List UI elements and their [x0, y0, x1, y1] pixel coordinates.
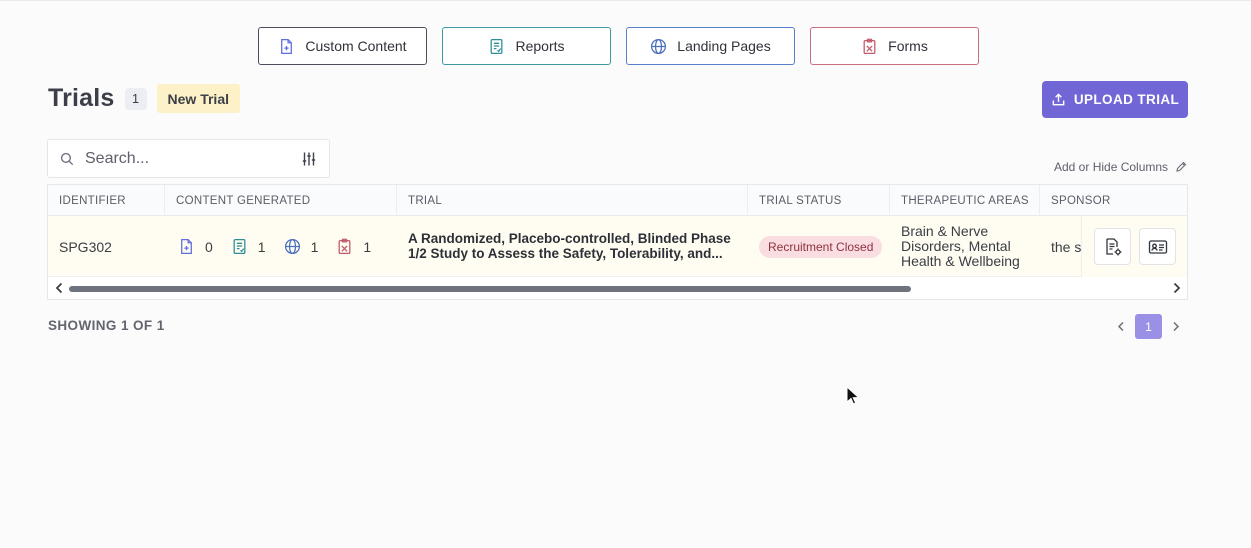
title-row: Trials 1 New Trial [48, 84, 240, 113]
document-gear-icon [1105, 237, 1121, 255]
scroll-right-button[interactable] [1169, 281, 1183, 295]
chevron-left-icon [1117, 321, 1124, 332]
column-header-sponsor[interactable]: SPONSOR [1040, 185, 1187, 216]
report-icon [491, 38, 503, 54]
pencil-icon [1176, 161, 1187, 172]
next-page-button[interactable] [1168, 315, 1184, 339]
table-row[interactable]: SPG302 0 1 1 1 A Randomized, Placebo-con… [48, 216, 1187, 277]
id-card-icon [1148, 239, 1167, 254]
globe-icon [651, 38, 667, 54]
forms-button[interactable]: Forms [810, 27, 979, 65]
cell-content-generated: 0 1 1 1 [178, 216, 389, 277]
cell-trial: A Randomized, Placebo-controlled, Blinde… [408, 216, 738, 277]
status-badge: Recruitment Closed [759, 235, 883, 258]
generated-reports-count: 1 [257, 238, 266, 255]
trial-title-link[interactable]: A Randomized, Placebo-controlled, Blinde… [408, 231, 738, 261]
landing-pages-label: Landing Pages [677, 38, 771, 54]
content-type-tabs: Custom Content Reports Landing Pages For… [258, 27, 979, 65]
reports-button[interactable]: Reports [442, 27, 611, 65]
column-header-trial[interactable]: TRIAL [397, 185, 748, 216]
clipboard-icon [338, 238, 351, 255]
generated-forms-count: 1 [363, 238, 372, 255]
trial-settings-button[interactable] [1094, 228, 1131, 265]
add-hide-columns-link[interactable]: Add or Hide Columns [1054, 160, 1187, 174]
filter-sliders-icon[interactable] [301, 151, 317, 167]
trials-table: IDENTIFIER CONTENT GENERATED TRIAL TRIAL… [47, 184, 1188, 300]
generated-landing-pages[interactable]: 1 [284, 238, 319, 255]
globe-icon [284, 238, 300, 255]
showing-count: SHOWING 1 OF 1 [48, 318, 165, 333]
row-actions [1081, 216, 1187, 277]
cell-identifier: SPG302 [59, 238, 112, 255]
horizontal-scrollbar[interactable] [48, 278, 1187, 299]
upload-trial-button[interactable]: UPLOAD TRIAL [1042, 81, 1188, 118]
generated-custom-content[interactable]: 0 [178, 238, 213, 255]
cell-therapeutic-areas: Brain & Nerve Disorders, Mental Health &… [901, 216, 1036, 277]
generated-reports[interactable]: 1 [231, 238, 266, 255]
search-icon [60, 152, 74, 165]
sponsor-text: the st [1051, 238, 1085, 255]
column-header-content-generated[interactable]: CONTENT GENERATED [165, 185, 397, 216]
page-button-current[interactable]: 1 [1135, 314, 1162, 339]
table-header: IDENTIFIER CONTENT GENERATED TRIAL TRIAL… [48, 185, 1187, 216]
trial-details-button[interactable] [1139, 228, 1176, 265]
column-header-trial-status[interactable]: TRIAL STATUS [748, 185, 890, 216]
file-plus-icon [281, 38, 293, 54]
custom-content-label: Custom Content [305, 38, 407, 54]
mouse-cursor-icon [846, 386, 860, 405]
clipboard-icon [863, 38, 876, 54]
upload-icon [1052, 93, 1065, 106]
trial-count-badge: 1 [124, 87, 147, 110]
column-header-identifier[interactable]: IDENTIFIER [48, 185, 165, 216]
file-plus-icon [181, 238, 192, 255]
cell-trial-status: Recruitment Closed [759, 216, 883, 277]
page-title: Trials [48, 84, 115, 112]
previous-page-button[interactable] [1113, 315, 1129, 339]
upload-trial-label: UPLOAD TRIAL [1073, 92, 1180, 107]
search-input[interactable] [85, 149, 301, 168]
report-icon [233, 238, 246, 255]
column-header-therapeutic-areas[interactable]: THERAPEUTIC AREAS [890, 185, 1040, 216]
new-trial-badge[interactable]: New Trial [156, 84, 240, 113]
generated-custom-count: 0 [205, 238, 213, 255]
chevron-right-icon [1173, 321, 1180, 332]
cell-sponsor: the st [1051, 216, 1085, 277]
search-box [47, 139, 330, 178]
chevron-right-icon [1173, 282, 1180, 294]
scroll-thumb[interactable] [69, 286, 911, 292]
generated-landing-count: 1 [310, 238, 319, 255]
custom-content-button[interactable]: Custom Content [258, 27, 427, 65]
landing-pages-button[interactable]: Landing Pages [626, 27, 795, 65]
reports-label: Reports [515, 38, 565, 54]
pagination: 1 [1113, 314, 1184, 339]
generated-forms[interactable]: 1 [336, 238, 371, 255]
forms-label: Forms [888, 38, 928, 54]
top-divider [0, 0, 1251, 1]
add-hide-columns-label: Add or Hide Columns [1054, 160, 1169, 174]
therapeutic-areas-text: Brain & Nerve Disorders, Mental Health &… [901, 223, 1020, 269]
chevron-left-icon [55, 282, 62, 294]
scroll-left-button[interactable] [52, 281, 66, 295]
